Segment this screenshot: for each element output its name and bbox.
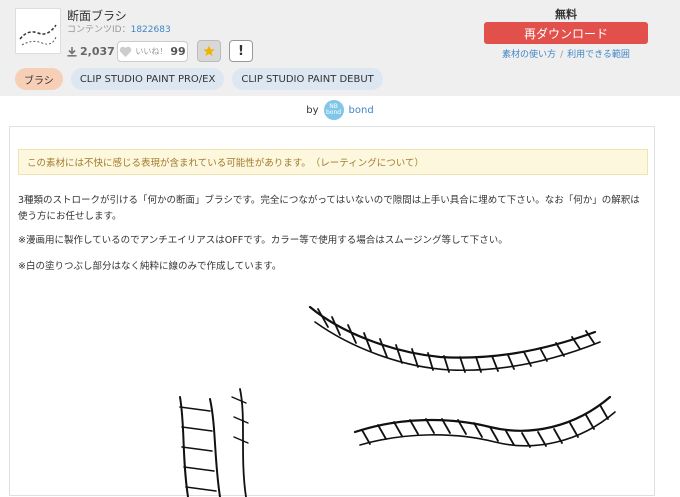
- like-button[interactable]: いいね！ 99: [117, 41, 188, 62]
- report-button[interactable]: !: [229, 40, 253, 62]
- terms-link[interactable]: 利用できる範囲: [567, 50, 630, 60]
- description-panel: この素材には不快に感じる表現が含まれている可能性があります。 （レーティングについ…: [9, 126, 655, 497]
- heart-icon: [120, 46, 132, 57]
- favorite-button[interactable]: [197, 40, 221, 62]
- exclamation-icon: !: [238, 43, 244, 59]
- help-links: 素材の使い方 / 利用できる範囲: [502, 50, 630, 60]
- usage-link[interactable]: 素材の使い方: [502, 50, 556, 60]
- author-name[interactable]: bond: [349, 105, 374, 116]
- item-header: 断面ブラシ コンテンツID：1822683 2,037 いいね！ 99 ! 無料…: [0, 0, 680, 96]
- item-thumbnail[interactable]: [15, 8, 61, 54]
- tag-pro-ex[interactable]: CLIP STUDIO PAINT PRO/EX: [70, 68, 225, 90]
- price-label: 無料: [555, 8, 577, 21]
- star-icon: [203, 45, 215, 56]
- download-icon: [67, 46, 77, 57]
- author-byline: by NB bond bond: [0, 100, 680, 120]
- like-count: 99: [170, 45, 186, 58]
- content-id: コンテンツID：1822683: [67, 25, 171, 35]
- tag-debut[interactable]: CLIP STUDIO PAINT DEBUT: [232, 68, 383, 90]
- tag-list: ブラシ CLIP STUDIO PAINT PRO/EX CLIP STUDIO…: [15, 68, 383, 90]
- avatar[interactable]: NB bond: [323, 100, 344, 120]
- brush-sample-image: [179, 305, 616, 497]
- redownload-button[interactable]: 再ダウンロード: [484, 22, 648, 44]
- content-id-value: 1822683: [130, 25, 171, 35]
- tag-brush[interactable]: ブラシ: [15, 68, 63, 90]
- download-count: 2,037: [67, 45, 115, 58]
